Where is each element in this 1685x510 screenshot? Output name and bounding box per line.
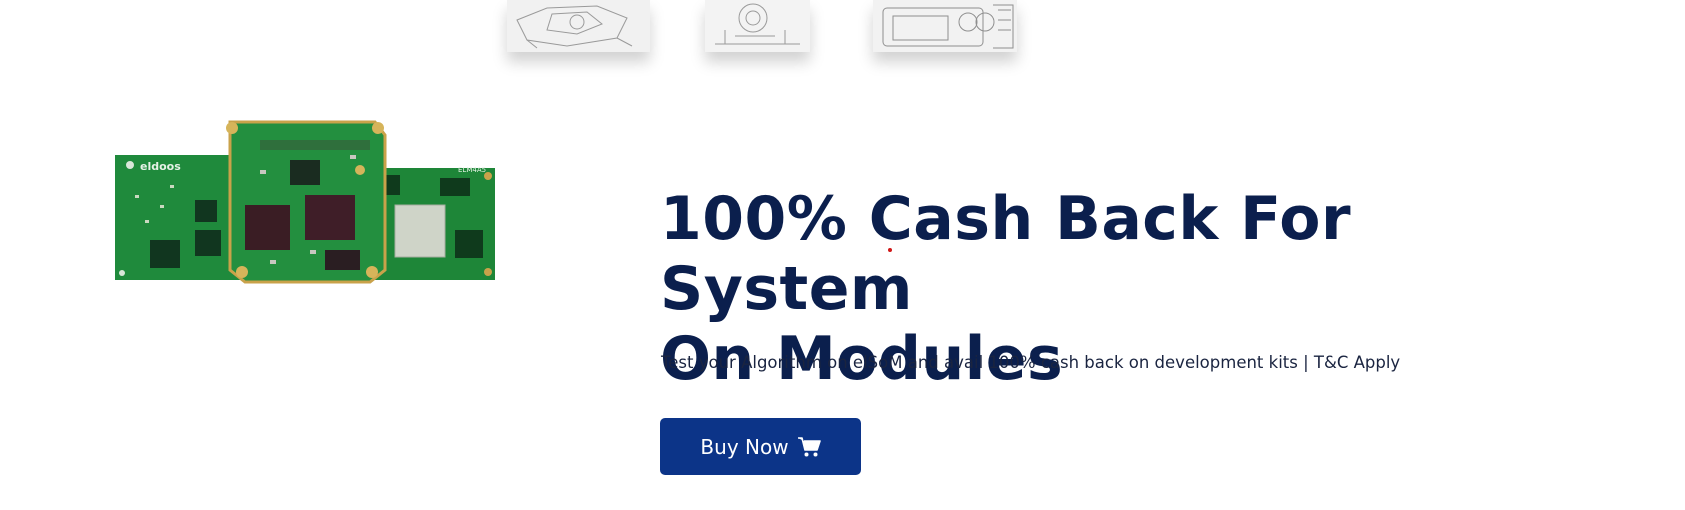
product-pcb-image: eldoos ELM4A5 (115, 120, 495, 284)
technical-drawing-image (507, 0, 650, 52)
cursor-dot (888, 248, 892, 252)
technical-drawing-image (873, 0, 1017, 52)
thumbnail-drawing-2[interactable] (705, 0, 810, 52)
buy-now-button[interactable]: Buy Now (660, 418, 861, 475)
brand-label: eldoos (140, 160, 181, 173)
technical-drawing-image (705, 0, 810, 52)
hero-subtext: Test your Algorithm on elSoM and avail 1… (661, 353, 1401, 372)
chip-label: ELM4A5 (458, 166, 486, 174)
thumbnail-drawing-1[interactable] (507, 0, 650, 52)
buy-now-label: Buy Now (700, 434, 789, 459)
shopping-cart-icon (797, 436, 821, 456)
thumbnail-drawing-3[interactable] (873, 0, 1017, 52)
headline-line-1: 100% Cash Back For System (660, 184, 1352, 324)
